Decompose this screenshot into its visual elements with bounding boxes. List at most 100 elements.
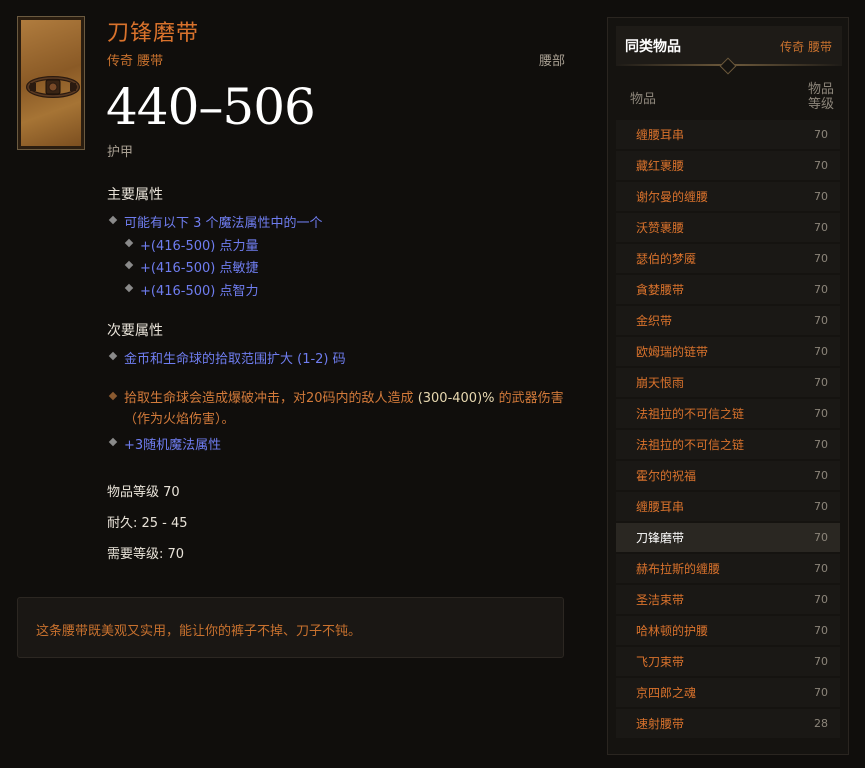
similar-item-name[interactable]: 速射腰带 xyxy=(636,715,684,732)
similar-item-row[interactable]: 藏红裹腰 70 xyxy=(616,151,840,180)
similar-item-name[interactable]: 圣洁束带 xyxy=(636,591,684,608)
similar-item-level: 70 xyxy=(814,283,828,296)
similar-item-level: 70 xyxy=(814,686,828,699)
sidebar-title: 同类物品 xyxy=(625,39,681,55)
similar-item-level: 70 xyxy=(814,500,828,513)
primary-attributes-title: 主要属性 xyxy=(107,187,163,203)
similar-item-row[interactable]: 金织带 70 xyxy=(616,306,840,335)
primary-affix: 可能有以下 3 个魔法属性中的一个 xyxy=(107,212,323,231)
secondary-affix: 金币和生命球的拾取范围扩大 (1-2) 码 xyxy=(107,348,346,367)
similar-item-row[interactable]: 飞刀束带 70 xyxy=(616,647,840,676)
similar-item-name[interactable]: 京四郎之魂 xyxy=(636,684,696,701)
primary-option: +(416-500) 点智力 xyxy=(123,280,259,299)
diamond-bullet-icon xyxy=(108,437,118,447)
similar-item-row[interactable]: 缠腰耳串 70 xyxy=(616,120,840,149)
similar-item-row[interactable]: 谢尔曼的缠腰 70 xyxy=(616,182,840,211)
similar-item-level: 70 xyxy=(814,438,828,451)
similar-item-row[interactable]: 貪婪腰带 70 xyxy=(616,275,840,304)
similar-item-level: 70 xyxy=(814,562,828,575)
primary-option-text: +(416-500) 点智力 xyxy=(140,284,259,299)
similar-item-level: 70 xyxy=(814,655,828,668)
primary-option-text: +(416-500) 点力量 xyxy=(140,239,259,254)
similar-item-row[interactable]: 崩天恨雨 70 xyxy=(616,368,840,397)
similar-item-row[interactable]: 哈林顿的护腰 70 xyxy=(616,616,840,645)
legendary-affix-text: 拾取生命球会造成爆破冲击，对20码内的敌人造成 (300-400)% 的武器伤害… xyxy=(124,388,567,430)
diamond-bullet-icon xyxy=(108,391,118,401)
similar-item-name[interactable]: 崩天恨雨 xyxy=(636,374,684,391)
similar-item-level: 70 xyxy=(814,531,828,544)
sidebar-tags: 传奇 腰带 xyxy=(780,40,832,54)
similar-item-name[interactable]: 缠腰耳串 xyxy=(636,126,684,143)
similar-item-row[interactable]: 欧姆瑞的链带 70 xyxy=(616,337,840,366)
similar-item-name[interactable]: 谢尔曼的缠腰 xyxy=(636,188,708,205)
similar-item-name[interactable]: 貪婪腰带 xyxy=(636,281,684,298)
similar-item-row[interactable]: 法祖拉的不可信之链 70 xyxy=(616,430,840,459)
secondary-attributes-title: 次要属性 xyxy=(107,323,163,339)
diamond-bullet-icon xyxy=(108,351,118,361)
similar-item-name[interactable]: 缠腰耳串 xyxy=(636,498,684,515)
similar-item-name[interactable]: 霍尔的祝福 xyxy=(636,467,696,484)
similar-item-name[interactable]: 法祖拉的不可信之链 xyxy=(636,405,744,422)
item-page: 刀锋磨带 传奇 腰带 腰部 440–506 护甲 主要属性 可能有以下 3 个魔… xyxy=(0,0,865,768)
similar-item-row[interactable]: 赫布拉斯的缠腰 70 xyxy=(616,554,840,583)
similar-item-level: 70 xyxy=(814,314,828,327)
similar-item-name[interactable]: 欧姆瑞的链带 xyxy=(636,343,708,360)
legendary-affix-value: (300-400)% xyxy=(417,391,495,406)
similar-item-level: 70 xyxy=(814,190,828,203)
column-header-name: 物品 xyxy=(630,92,657,107)
similar-item-name[interactable]: 金织带 xyxy=(636,312,672,329)
similar-item-name[interactable]: 哈林顿的护腰 xyxy=(636,622,708,639)
similar-item-level: 70 xyxy=(814,624,828,637)
similar-item-row[interactable]: 圣洁束带 70 xyxy=(616,585,840,614)
item-type: 传奇 腰带 xyxy=(107,54,164,69)
similar-item-level: 70 xyxy=(814,376,828,389)
durability: 耐久: 25 - 45 xyxy=(107,516,188,531)
similar-item-row[interactable]: 速射腰带 28 xyxy=(616,709,840,738)
similar-item-level: 70 xyxy=(814,252,828,265)
similar-item-row[interactable]: 霍尔的祝福 70 xyxy=(616,461,840,490)
similar-items-list: 缠腰耳串 70 藏红裹腰 70 谢尔曼的缠腰 70 沃赞裹腰 70 瑟伯的梦魇 70 貪婪腰带 70 金… xyxy=(616,120,840,740)
column-header-level-line1: 物品 xyxy=(807,82,834,97)
similar-item-row[interactable]: 沃赞裹腰 70 xyxy=(616,213,840,242)
diamond-bullet-icon xyxy=(124,238,134,248)
similar-item-name[interactable]: 沃赞裹腰 xyxy=(636,219,684,236)
secondary-affix-text: 金币和生命球的拾取范围扩大 (1-2) 码 xyxy=(124,352,346,367)
item-slot: 腰部 xyxy=(539,54,566,69)
required-level: 需要等级: 70 xyxy=(107,547,185,562)
similar-item-level: 70 xyxy=(814,221,828,234)
random-affix-text: +3随机魔法属性 xyxy=(124,438,222,453)
similar-item-name[interactable]: 法祖拉的不可信之链 xyxy=(636,436,744,453)
primary-affix-text: 可能有以下 3 个魔法属性中的一个 xyxy=(124,216,323,231)
similar-item-level: 70 xyxy=(814,407,828,420)
similar-item-level: 70 xyxy=(814,159,828,172)
similar-item-row[interactable]: 缠腰耳串 70 xyxy=(616,492,840,521)
similar-item-row[interactable]: 京四郎之魂 70 xyxy=(616,678,840,707)
similar-item-level: 70 xyxy=(814,469,828,482)
similar-item-row[interactable]: 法祖拉的不可信之链 70 xyxy=(616,399,840,428)
similar-item-name[interactable]: 赫布拉斯的缠腰 xyxy=(636,560,720,577)
legendary-affix: 拾取生命球会造成爆破冲击，对20码内的敌人造成 (300-400)% 的武器伤害… xyxy=(107,388,567,430)
item-icon-frame xyxy=(17,16,85,150)
similar-item-name[interactable]: 藏红裹腰 xyxy=(636,157,684,174)
similar-item-name[interactable]: 刀锋磨带 xyxy=(636,529,684,546)
item-level: 物品等级 70 xyxy=(107,485,180,500)
diamond-bullet-icon xyxy=(124,260,134,270)
primary-option: +(416-500) 点力量 xyxy=(123,235,259,254)
armor-label: 护甲 xyxy=(107,145,134,160)
similar-items-sidebar: 同类物品 传奇 腰带 物品 物品 等级 缠腰耳串 70 藏红裹腰 70 谢尔曼的缠腰 70… xyxy=(607,17,849,755)
similar-item-name[interactable]: 飞刀束带 xyxy=(636,653,684,670)
similar-item-name[interactable]: 瑟伯的梦魇 xyxy=(636,250,696,267)
item-title: 刀锋磨带 xyxy=(107,21,200,46)
similar-item-row[interactable]: 瑟伯的梦魇 70 xyxy=(616,244,840,273)
similar-item-level: 70 xyxy=(814,345,828,358)
diamond-bullet-icon xyxy=(108,215,118,225)
similar-item-row[interactable]: 刀锋磨带 70 xyxy=(616,523,840,552)
flavor-box: 这条腰带既美观又实用，能让你的裤子不掉、刀子不钝。 xyxy=(17,597,564,658)
flavor-text: 这条腰带既美观又实用，能让你的裤子不掉、刀子不钝。 xyxy=(36,624,362,639)
legendary-affix-prefix: 拾取生命球会造成爆破冲击，对20码内的敌人造成 xyxy=(124,391,418,406)
belt-icon xyxy=(21,20,81,146)
primary-option-text: +(416-500) 点敏捷 xyxy=(140,261,259,276)
similar-item-level: 70 xyxy=(814,593,828,606)
primary-option: +(416-500) 点敏捷 xyxy=(123,257,259,276)
column-header-level-line2: 等级 xyxy=(807,97,834,112)
